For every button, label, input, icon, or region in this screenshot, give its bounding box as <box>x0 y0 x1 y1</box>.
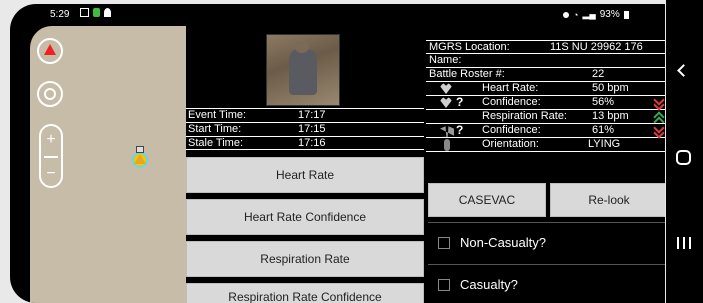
heart-rate-value: 50 bpm <box>592 82 629 94</box>
zoom-control[interactable]: + − <box>39 124 63 188</box>
event-time-row: Event Time: 17:17 <box>186 108 424 122</box>
time-summary: Event Time: 17:17 Start Time: 17:15 Stal… <box>186 108 424 150</box>
status-bar: 5:29 ◔ ▂▄ 93% <box>10 4 665 26</box>
locate-me-button[interactable] <box>37 81 63 107</box>
battle-roster-value: 22 <box>592 68 605 80</box>
casevac-button[interactable]: CASEVAC <box>428 183 546 217</box>
start-time-value: 17:15 <box>298 123 326 135</box>
casualty-info-panel: MGRS Location: 11S NU 29962 176 Name: Ba… <box>426 26 665 303</box>
heart-rate-row: Heart Rate: 50 bpm <box>426 82 665 96</box>
home-icon[interactable] <box>676 150 691 165</box>
body-orientation-icon <box>444 139 450 151</box>
casualty-photo[interactable] <box>266 34 340 106</box>
start-time-row: Start Time: 17:15 <box>186 122 424 136</box>
casualty-photo-area <box>186 26 424 108</box>
heart-rate-confidence-row: ? Confidence: 56% <box>426 95 665 110</box>
zoom-in-button[interactable]: + <box>41 132 61 148</box>
location-icon <box>563 11 569 18</box>
signal-icon: ▂▄ <box>582 9 596 19</box>
battery-icon <box>623 10 629 19</box>
stale-time-row: Stale Time: 17:16 <box>186 136 424 150</box>
casualty-label: Casualty? <box>460 277 518 292</box>
casualty-option[interactable]: Casualty? <box>428 264 665 303</box>
respiration-rate-row: Respiration Rate: 13 bpm <box>426 110 665 124</box>
respiration-rate-value: 13 bpm <box>592 110 629 122</box>
wifi-icon: ◔ <box>573 9 579 20</box>
stale-time-value: 17:16 <box>298 137 326 149</box>
non-casualty-label: Non-Casualty? <box>460 235 546 250</box>
heart-rate-confidence-value: 56% <box>592 96 615 108</box>
zoom-out-button[interactable]: − <box>41 166 61 182</box>
action-buttons: CASEVAC Re-look <box>428 183 665 217</box>
recent-apps-icon[interactable] <box>677 237 691 249</box>
compass-button[interactable] <box>37 38 63 64</box>
orientation-value: LYING <box>588 138 621 150</box>
mgrs-value: 11S NU 29962 176 <box>550 41 643 53</box>
casualty-marker-icon[interactable] <box>130 146 150 168</box>
name-row: Name: <box>426 54 665 68</box>
back-icon[interactable] <box>677 64 690 77</box>
non-casualty-option[interactable]: Non-Casualty? <box>428 222 665 262</box>
trend-up-icon <box>654 111 664 123</box>
status-time: 5:29 <box>50 9 70 20</box>
relook-button[interactable]: Re-look <box>550 183 665 217</box>
device-screen: 5:29 ◔ ▂▄ 93% + − Event Time: 17:17 Star… <box>10 4 665 303</box>
battle-roster-row: Battle Roster #: 22 <box>426 68 665 82</box>
trend-down-icon <box>654 97 664 109</box>
respiration-confidence-row: ? Confidence: 61% <box>426 123 665 138</box>
trend-down-icon <box>654 125 664 137</box>
map-view[interactable]: + − <box>30 26 186 303</box>
heart-confidence-icon <box>440 97 452 108</box>
app-notification-icon <box>93 8 100 17</box>
battery-text: 93% <box>599 9 620 20</box>
mgrs-row: MGRS Location: 11S NU 29962 176 <box>426 40 665 54</box>
android-nav-bar <box>666 0 703 303</box>
orientation-row: Orientation: LYING <box>426 138 665 152</box>
non-casualty-checkbox[interactable] <box>438 236 450 249</box>
heart-rate-button[interactable]: Heart Rate <box>186 157 424 193</box>
heart-rate-confidence-button[interactable]: Heart Rate Confidence <box>186 199 424 235</box>
event-time-value: 17:17 <box>298 109 326 121</box>
respiration-rate-confidence-button[interactable]: Respiration Rate Confidence <box>186 283 424 303</box>
gallery-icon <box>80 8 89 17</box>
heart-icon <box>440 83 452 94</box>
bell-icon <box>104 8 111 17</box>
casualty-checkbox[interactable] <box>438 278 450 291</box>
lungs-icon <box>440 126 454 137</box>
respiration-confidence-value: 61% <box>592 124 615 136</box>
respiration-rate-button[interactable]: Respiration Rate <box>186 241 424 277</box>
